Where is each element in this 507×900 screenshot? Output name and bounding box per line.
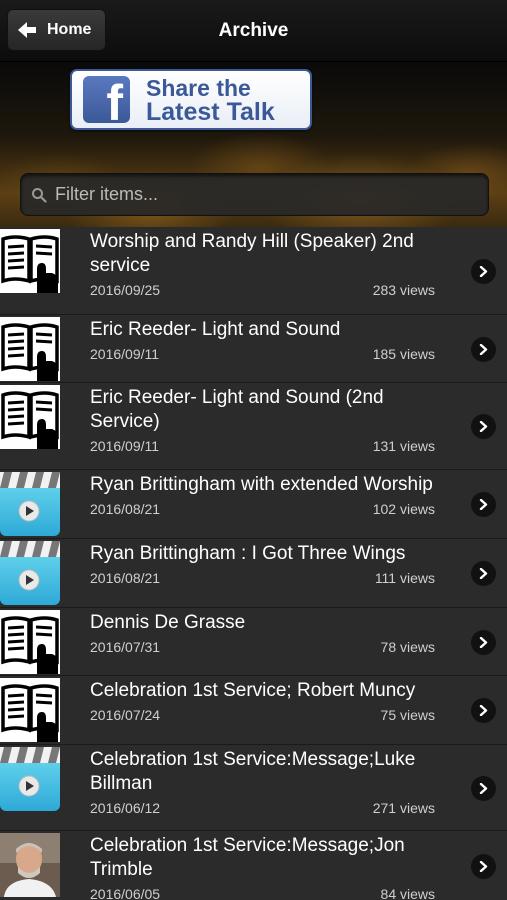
video-clapper-icon (0, 472, 60, 536)
book-icon (0, 317, 60, 381)
item-info: Ryan Brittingham with extended Worship 20… (90, 473, 450, 519)
video-clapper-icon (0, 541, 60, 605)
item-info: Dennis De Grasse 2016/07/31 78 views (90, 611, 450, 657)
archive-list-item[interactable]: Ryan Brittingham with extended Worship 20… (0, 470, 507, 539)
archive-list-item[interactable]: Eric Reeder- Light and Sound 2016/09/11 18… (0, 315, 507, 383)
share-line-1: Share the (146, 74, 251, 101)
chevron-right-icon[interactable] (471, 698, 496, 723)
item-meta: 2016/07/31 78 views (90, 637, 450, 657)
item-meta: 2016/09/11 131 views (90, 436, 450, 456)
archive-list-item[interactable]: Celebration 1st Service; Robert Muncy 201… (0, 676, 507, 745)
item-title: Celebration 1st Service:Message;Jon Trim… (90, 835, 405, 880)
archive-list-item[interactable]: Celebration 1st Service:Message;Jon Trim… (0, 831, 507, 900)
facebook-icon: f (83, 76, 130, 123)
item-info: Celebration 1st Service; Robert Muncy 201… (90, 679, 450, 725)
item-meta: 2016/06/12 271 views (90, 798, 450, 818)
item-date: 2016/09/25 (90, 282, 161, 298)
item-views: 75 views (380, 707, 435, 723)
chevron-right-icon[interactable] (471, 630, 496, 655)
item-info: Celebration 1st Service:Message;Luke Bil… (90, 748, 450, 818)
item-title: Ryan Brittingham with extended Worship (90, 474, 433, 495)
item-views: 84 views (380, 886, 435, 900)
filter-input[interactable] (55, 184, 475, 205)
page-title: Archive (218, 20, 289, 41)
item-date: 2016/09/11 (90, 438, 160, 454)
book-icon (0, 610, 60, 674)
item-title: Eric Reeder- Light and Sound (90, 319, 341, 340)
item-info: Celebration 1st Service:Message;Jon Trim… (90, 834, 450, 900)
item-date: 2016/07/24 (90, 707, 161, 723)
search-icon (32, 187, 47, 203)
item-title: Ryan Brittingham : I Got Three Wings (90, 543, 406, 564)
facebook-letter: f (106, 76, 123, 123)
item-info: Ryan Brittingham : I Got Three Wings 2016… (90, 542, 450, 588)
item-meta: 2016/06/05 84 views (90, 884, 450, 900)
item-date: 2016/07/31 (90, 639, 161, 655)
item-title: Celebration 1st Service; Robert Muncy (90, 680, 416, 701)
item-meta: 2016/07/24 75 views (90, 705, 450, 725)
header-banner: f Share the Latest Talk (0, 62, 507, 227)
item-meta: 2016/08/21 102 views (90, 499, 450, 519)
item-meta: 2016/08/21 111 views (90, 568, 450, 588)
filter-bar (20, 173, 489, 216)
item-title: Celebration 1st Service:Message;Luke Bil… (90, 749, 416, 794)
book-icon (0, 678, 60, 742)
item-info: Eric Reeder- Light and Sound (2nd Servic… (90, 386, 450, 456)
share-line-2: Latest Talk (146, 97, 275, 126)
video-clapper-icon (0, 747, 60, 811)
item-date: 2016/06/12 (90, 800, 161, 816)
item-views: 271 views (372, 800, 435, 816)
archive-list-item[interactable]: Eric Reeder- Light and Sound (2nd Servic… (0, 383, 507, 470)
item-title: Worship and Randy Hill (Speaker) 2nd ser… (90, 231, 414, 276)
item-views: 283 views (372, 282, 435, 298)
item-meta: 2016/09/11 185 views (90, 344, 450, 364)
item-views: 102 views (372, 501, 435, 517)
item-date: 2016/09/11 (90, 346, 160, 362)
speaker-photo (0, 833, 60, 897)
item-views: 185 views (372, 346, 435, 362)
archive-list-item[interactable]: Worship and Randy Hill (Speaker) 2nd ser… (0, 227, 507, 315)
item-date: 2016/08/21 (90, 570, 161, 586)
facebook-share-button[interactable]: f Share the Latest Talk (70, 69, 312, 130)
book-icon (0, 229, 60, 293)
item-info: Eric Reeder- Light and Sound 2016/09/11 18… (90, 318, 450, 364)
chevron-right-icon[interactable] (471, 854, 496, 879)
archive-list: Worship and Randy Hill (Speaker) 2nd ser… (0, 227, 507, 900)
item-title: Eric Reeder- Light and Sound (2nd Servic… (90, 387, 384, 432)
navigation-bar: Home Archive (0, 0, 507, 62)
share-text: Share the Latest Talk (146, 74, 275, 126)
item-info: Worship and Randy Hill (Speaker) 2nd ser… (90, 230, 450, 300)
item-views: 131 views (372, 438, 435, 454)
chevron-right-icon[interactable] (471, 776, 496, 801)
item-meta: 2016/09/25 283 views (90, 280, 450, 300)
item-views: 78 views (380, 639, 435, 655)
chevron-right-icon[interactable] (471, 259, 496, 284)
archive-list-item[interactable]: Dennis De Grasse 2016/07/31 78 views (0, 608, 507, 676)
item-title: Dennis De Grasse (90, 612, 246, 633)
book-icon (0, 385, 60, 449)
chevron-right-icon[interactable] (471, 561, 496, 586)
item-date: 2016/06/05 (90, 886, 161, 900)
chevron-right-icon[interactable] (471, 414, 496, 439)
archive-list-item[interactable]: Celebration 1st Service:Message;Luke Bil… (0, 745, 507, 831)
archive-list-item[interactable]: Ryan Brittingham : I Got Three Wings 2016… (0, 539, 507, 608)
chevron-right-icon[interactable] (471, 492, 496, 517)
item-views: 111 views (374, 570, 435, 586)
chevron-right-icon[interactable] (471, 337, 496, 362)
item-date: 2016/08/21 (90, 501, 161, 517)
